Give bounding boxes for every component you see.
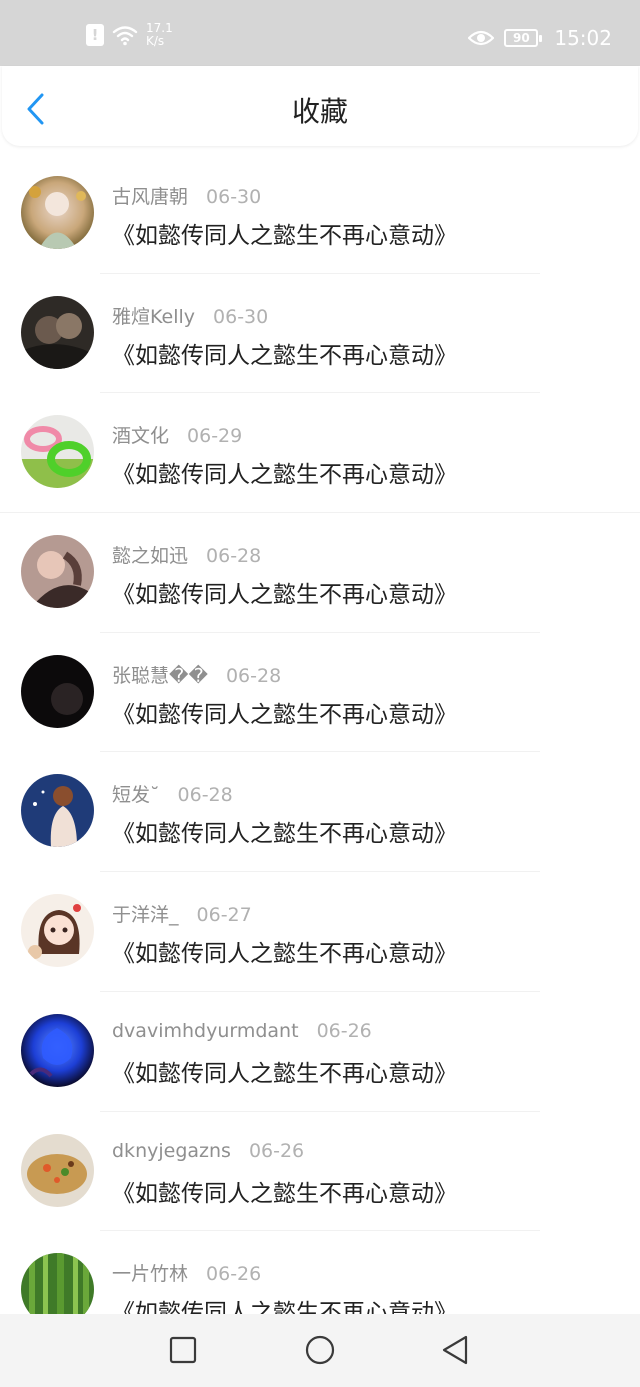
username[interactable]: 酒文化	[112, 425, 169, 447]
clock: 15:02	[554, 26, 612, 50]
date: 06-26	[206, 1263, 262, 1286]
username[interactable]: 古风唐朝	[112, 186, 188, 208]
username[interactable]: 张聪慧��	[112, 665, 208, 687]
date: 06-26	[316, 1019, 372, 1042]
list-item[interactable]: 懿之如迅 06-28 《如懿传同人之懿生不再心意动》	[0, 513, 640, 633]
username[interactable]: dknyjegazns	[112, 1140, 231, 1162]
header: 收藏	[2, 66, 638, 146]
system-nav-bar	[0, 1314, 640, 1387]
item-meta: dvavimhdyurmdant 06-26	[112, 1020, 372, 1042]
avatar[interactable]	[21, 1253, 94, 1314]
list-item[interactable]: 于洋洋_ 06-27 《如懿传同人之懿生不再心意动》	[0, 872, 640, 992]
date: 06-29	[187, 425, 243, 448]
article-title[interactable]: 《如懿传同人之懿生不再心意动》	[112, 695, 457, 729]
avatar[interactable]	[21, 774, 94, 848]
triangle-left-icon[interactable]	[440, 1334, 472, 1366]
item-meta: 古风唐朝 06-30	[112, 182, 261, 209]
date: 06-28	[206, 545, 262, 568]
status-right: 90 15:02	[468, 26, 612, 50]
date: 06-30	[206, 186, 262, 208]
avatar[interactable]	[21, 654, 94, 728]
list-item[interactable]: 张聪慧�� 06-28 《如懿传同人之懿生不再心意动》	[0, 633, 640, 753]
date: 06-27	[196, 904, 252, 927]
date: 06-26	[248, 1139, 305, 1162]
item-meta: 雅煊Kelly 06-30	[112, 302, 268, 329]
item-meta: 一片竹林 06-26	[112, 1259, 261, 1286]
list-item[interactable]: dknyjegazns 06-26 《如懿传同人之懿生不再心意动》	[0, 1112, 640, 1232]
status-left: ! 17.1 K/s	[86, 22, 173, 48]
date: 06-28	[177, 784, 233, 807]
article-title[interactable]: 《如懿传同人之懿生不再心意动》	[112, 336, 457, 370]
page-title: 收藏	[291, 95, 348, 128]
article-title[interactable]: 《如懿传同人之懿生不再心意动》	[112, 934, 457, 968]
date: 06-30	[213, 305, 269, 328]
username[interactable]: 于洋洋_	[112, 904, 179, 926]
username[interactable]: 懿之如迅	[112, 545, 188, 567]
network-speed-unit: K/s	[146, 34, 165, 48]
item-meta: dknyjegazns 06-26	[112, 1140, 304, 1162]
list-item[interactable]: 雅煊Kelly 06-30 《如懿传同人之懿生不再心意动》	[0, 274, 640, 394]
network-speed: 17.1 K/s	[146, 22, 173, 48]
article-title[interactable]: 《如懿传同人之懿生不再心意动》	[112, 1293, 457, 1314]
username[interactable]: 雅煊Kelly	[112, 306, 195, 328]
avatar[interactable]	[21, 1133, 94, 1207]
item-meta: 短发˘ 06-28	[112, 780, 233, 807]
wifi-icon	[112, 26, 138, 46]
article-title[interactable]: 《如懿传同人之懿生不再心意动》	[112, 814, 457, 848]
battery-indicator: 90	[504, 29, 543, 47]
avatar[interactable]	[21, 1013, 94, 1087]
username[interactable]: 短发˘	[112, 784, 160, 806]
item-meta: 懿之如迅 06-28	[112, 541, 261, 568]
avatar[interactable]	[21, 415, 94, 489]
eye-icon	[468, 30, 495, 46]
article-title[interactable]: 《如懿传同人之懿生不再心意动》	[112, 216, 457, 250]
circle-icon[interactable]	[304, 1334, 336, 1366]
avatar[interactable]	[21, 176, 94, 249]
list-item[interactable]: 短发˘ 06-28 《如懿传同人之懿生不再心意动》	[0, 752, 640, 872]
avatar[interactable]	[21, 295, 94, 369]
item-meta: 于洋洋_ 06-27	[112, 900, 252, 927]
square-icon[interactable]	[167, 1334, 199, 1366]
list-item[interactable]: 酒文化 06-29 《如懿传同人之懿生不再心意动》	[0, 393, 640, 513]
article-title[interactable]: 《如懿传同人之懿生不再心意动》	[112, 575, 457, 609]
item-meta: 酒文化 06-29	[112, 421, 242, 448]
avatar[interactable]	[21, 894, 94, 968]
avatar[interactable]	[21, 535, 94, 609]
status-bar: ! 17.1 K/s 90 15:02	[0, 0, 640, 66]
list-item[interactable]: 古风唐朝 06-30 《如懿传同人之懿生不再心意动》	[0, 154, 640, 274]
username[interactable]: dvavimhdyurmdant	[112, 1020, 299, 1042]
list-item[interactable]: dvavimhdyurmdant 06-26 《如懿传同人之懿生不再心意动》	[0, 992, 640, 1112]
article-title[interactable]: 《如懿传同人之懿生不再心意动》	[112, 1174, 457, 1208]
article-title[interactable]: 《如懿传同人之懿生不再心意动》	[112, 1054, 457, 1088]
article-title[interactable]: 《如懿传同人之懿生不再心意动》	[112, 455, 457, 489]
date: 06-28	[225, 664, 282, 687]
item-meta: 张聪慧�� 06-28	[112, 661, 281, 688]
list-item[interactable]: 一片竹林 06-26 《如懿传同人之懿生不再心意动》	[0, 1231, 640, 1314]
username[interactable]: 一片竹林	[112, 1263, 188, 1285]
alert-icon: !	[86, 24, 104, 46]
favorites-list: 古风唐朝 06-30 《如懿传同人之懿生不再心意动》 雅煊Kelly 06-30 《…	[0, 154, 640, 1314]
